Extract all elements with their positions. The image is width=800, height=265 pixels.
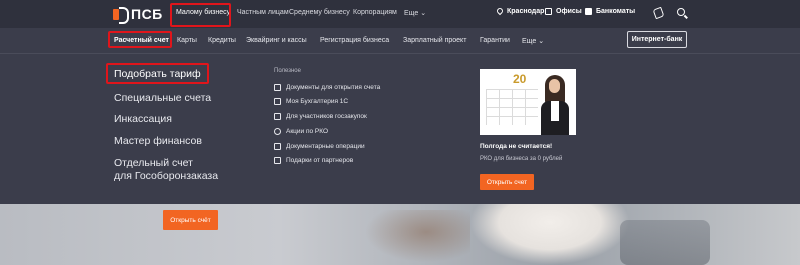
psb-logo-icon bbox=[113, 7, 129, 24]
link-partner-gifts[interactable]: Подарки от партнеров bbox=[274, 157, 353, 164]
percent-icon bbox=[274, 128, 281, 135]
chevron-down-icon: ⌄ bbox=[420, 10, 427, 17]
hero-open-account-button[interactable]: Открыть счёт bbox=[163, 210, 218, 230]
link-documentary-operations[interactable]: Документарные операции bbox=[274, 143, 365, 150]
link-rko-promotions-label: Акции по РКО bbox=[286, 128, 329, 135]
nav-more[interactable]: Еще ⌄ bbox=[522, 37, 544, 45]
office-icon bbox=[545, 8, 552, 15]
internet-bank-button[interactable]: Интернет-банк bbox=[627, 31, 687, 48]
gift-icon bbox=[274, 157, 281, 164]
atms-link[interactable]: Банкоматы bbox=[585, 8, 635, 15]
menu-finance-master[interactable]: Мастер финансов bbox=[114, 135, 202, 148]
highlight-small-business bbox=[170, 3, 231, 27]
offices-label: Офисы bbox=[556, 8, 582, 15]
promo-open-account-button[interactable]: Открыть счет bbox=[480, 174, 534, 190]
hero-decor-center bbox=[470, 204, 630, 265]
promo-title: Полгода не считается! bbox=[480, 143, 553, 150]
link-documentary-operations-label: Документарные операции bbox=[286, 143, 365, 150]
menu-special-accounts[interactable]: Специальные счета bbox=[114, 92, 211, 105]
menu-gos-defense-order[interactable]: для Гособоронзаказа bbox=[114, 170, 218, 183]
link-partner-gifts-label: Подарки от партнеров bbox=[286, 157, 354, 164]
calendar-grid bbox=[486, 89, 538, 125]
segment-corporations[interactable]: Корпорациям bbox=[353, 9, 397, 16]
hero-decor-right bbox=[620, 220, 710, 265]
promo-image[interactable]: 20 bbox=[480, 69, 576, 135]
calendar-number: 20 bbox=[513, 72, 527, 86]
brand-name: ПСБ bbox=[131, 6, 163, 22]
nav-business-registration[interactable]: Регистрация бизнеса bbox=[320, 37, 389, 44]
procurement-icon bbox=[274, 113, 281, 120]
segment-more-label: Еще bbox=[404, 10, 419, 17]
nav-cards[interactable]: Карты bbox=[177, 37, 197, 44]
link-procurement-label: Для участников госзакупок bbox=[286, 113, 367, 120]
useful-heading: Полезное bbox=[274, 68, 301, 74]
link-opening-documents[interactable]: Документы для открытия счета bbox=[274, 84, 380, 91]
psb-logo[interactable]: ПСБ bbox=[113, 6, 163, 24]
offices-link[interactable]: Офисы bbox=[545, 8, 582, 15]
location-pin-icon bbox=[495, 6, 505, 15]
segment-more[interactable]: Еще ⌄ bbox=[404, 9, 426, 17]
highlight-settlement-account bbox=[108, 31, 172, 48]
nav-credits[interactable]: Кредиты bbox=[208, 37, 236, 44]
nav-salary-project[interactable]: Зарплатный проект bbox=[403, 37, 466, 44]
link-opening-documents-label: Документы для открытия счета bbox=[286, 84, 381, 91]
menu-collection[interactable]: Инкассация bbox=[114, 113, 172, 126]
segment-private[interactable]: Частным лицам bbox=[237, 9, 289, 16]
document-operations-icon bbox=[274, 143, 281, 150]
atms-label: Банкоматы bbox=[596, 8, 636, 15]
city-label: Краснодар bbox=[507, 8, 545, 15]
link-accounting-1c-label: Моя Бухгалтерия 1С bbox=[286, 98, 349, 105]
nav-acquiring[interactable]: Эквайринг и кассы bbox=[246, 37, 307, 44]
link-accounting-1c[interactable]: Моя Бухгалтерия 1С bbox=[274, 98, 348, 105]
highlight-choose-tariff bbox=[106, 63, 209, 84]
link-procurement[interactable]: Для участников госзакупок bbox=[274, 113, 367, 120]
link-rko-promotions[interactable]: Акции по РКО bbox=[274, 128, 328, 135]
hero-decor-left bbox=[360, 210, 470, 265]
atm-icon bbox=[585, 8, 592, 15]
city-selector[interactable]: Краснодар bbox=[495, 6, 545, 15]
segment-medium-business[interactable]: Среднему бизнесу bbox=[289, 9, 350, 16]
accounting-icon bbox=[274, 98, 281, 105]
chevron-down-icon: ⌄ bbox=[538, 38, 545, 45]
menu-separate-account[interactable]: Отдельный счет bbox=[114, 157, 193, 170]
promo-person bbox=[540, 73, 570, 135]
document-icon bbox=[274, 84, 281, 91]
nav-guarantees[interactable]: Гарантии bbox=[480, 37, 510, 44]
promo-subtitle: РКО для бизнеса за 0 рублей bbox=[480, 156, 563, 162]
nav-more-label: Еще bbox=[522, 38, 537, 45]
search-icon[interactable] bbox=[677, 8, 685, 16]
